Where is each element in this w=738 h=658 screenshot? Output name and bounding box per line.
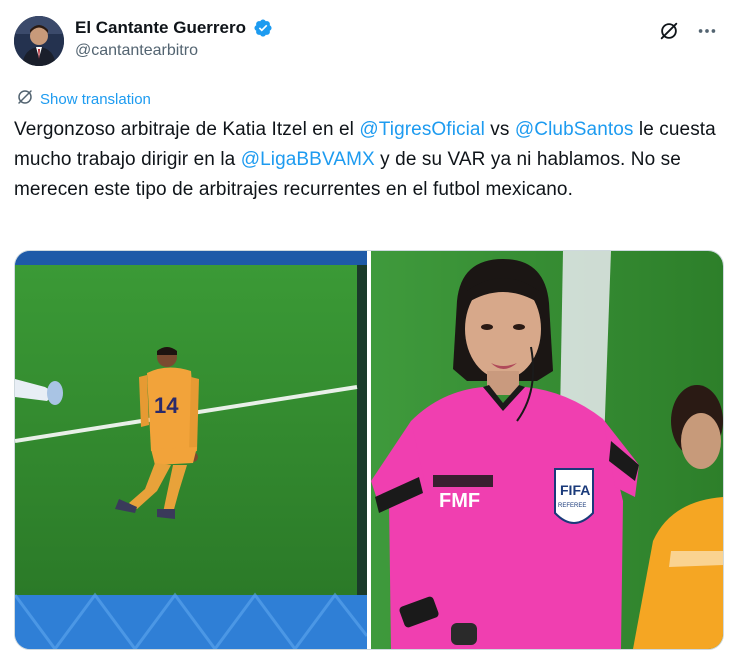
referee-photo-illustration: FMF FIFA REFEREE [371, 251, 723, 649]
avatar[interactable] [14, 16, 64, 66]
fmf-logo-text: FMF [439, 490, 480, 512]
verified-badge-icon [253, 18, 273, 38]
player-photo-illustration: 14 [15, 251, 367, 649]
display-name[interactable]: El Cantante Guerrero [75, 18, 246, 38]
mention-clubsantos[interactable]: @ClubSantos [515, 119, 634, 140]
show-translation-label: Show translation [40, 90, 151, 108]
tweet-text: Vergonzoso arbitraje de Katia Itzel en e… [14, 115, 726, 205]
tweet-text-segment: Vergonzoso arbitraje de Katia Itzel en e… [14, 119, 360, 140]
user-avatar [14, 16, 64, 66]
grok-icon[interactable] [658, 20, 680, 42]
more-options-icon[interactable] [696, 20, 718, 42]
media-photo-referee[interactable]: FMF FIFA REFEREE [371, 251, 723, 649]
fifa-badge-text: FIFA [560, 482, 590, 498]
tweet-actions [658, 20, 718, 42]
referee-badge-subtext: REFEREE [558, 503, 586, 509]
jersey-number: 14 [154, 393, 179, 418]
show-translation-link[interactable]: Show translation [16, 88, 151, 110]
tweet-text-segment: vs [484, 119, 515, 140]
author-info: El Cantante Guerrero @cantantearbitro [75, 18, 273, 60]
tweet-media: 14 FMF FIFA REFEREE [14, 250, 724, 650]
media-photo-player[interactable]: 14 [15, 251, 367, 649]
mention-ligabbvamx[interactable]: @LigaBBVAMX [241, 149, 375, 170]
author-handle[interactable]: @cantantearbitro [75, 42, 273, 60]
mention-tigres[interactable]: @TigresOficial [359, 119, 485, 140]
tweet-header: El Cantante Guerrero @cantantearbitro [14, 14, 724, 70]
globe-icon [16, 88, 34, 110]
